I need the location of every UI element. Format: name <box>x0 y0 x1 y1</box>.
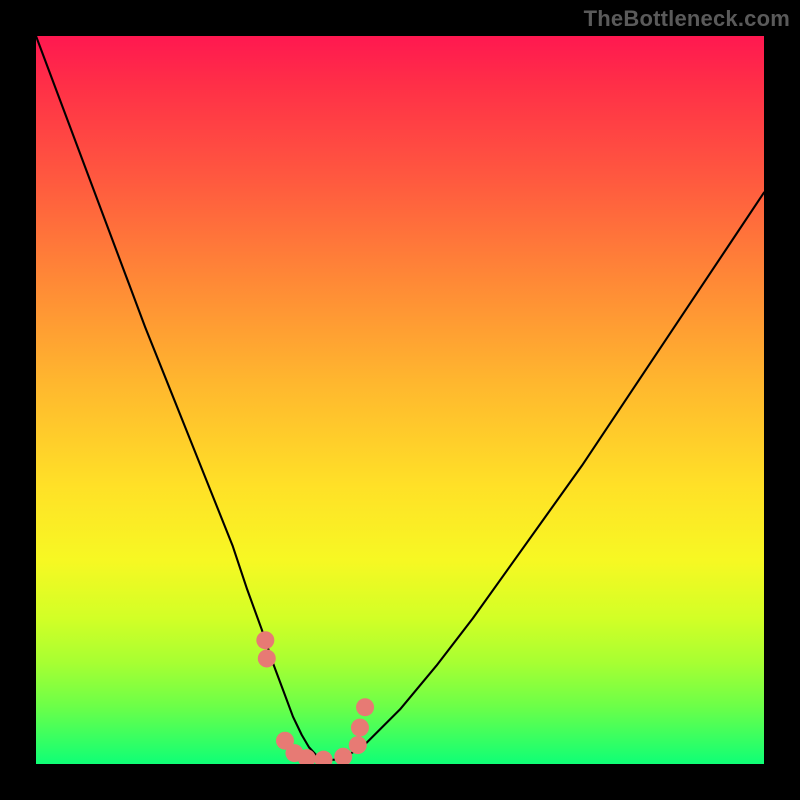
marker-group <box>256 631 374 764</box>
chart-frame: TheBottleneck.com <box>0 0 800 800</box>
marker-dot <box>258 649 276 667</box>
marker-dot <box>356 698 374 716</box>
marker-dot <box>334 748 352 764</box>
watermark-text: TheBottleneck.com <box>584 6 790 32</box>
chart-overlay-svg <box>36 36 764 764</box>
bottleneck-curve-path <box>36 36 764 760</box>
marker-dot <box>256 631 274 649</box>
marker-dot <box>351 719 369 737</box>
plot-area <box>36 36 764 764</box>
marker-dot <box>349 736 367 754</box>
marker-dot <box>315 751 333 764</box>
